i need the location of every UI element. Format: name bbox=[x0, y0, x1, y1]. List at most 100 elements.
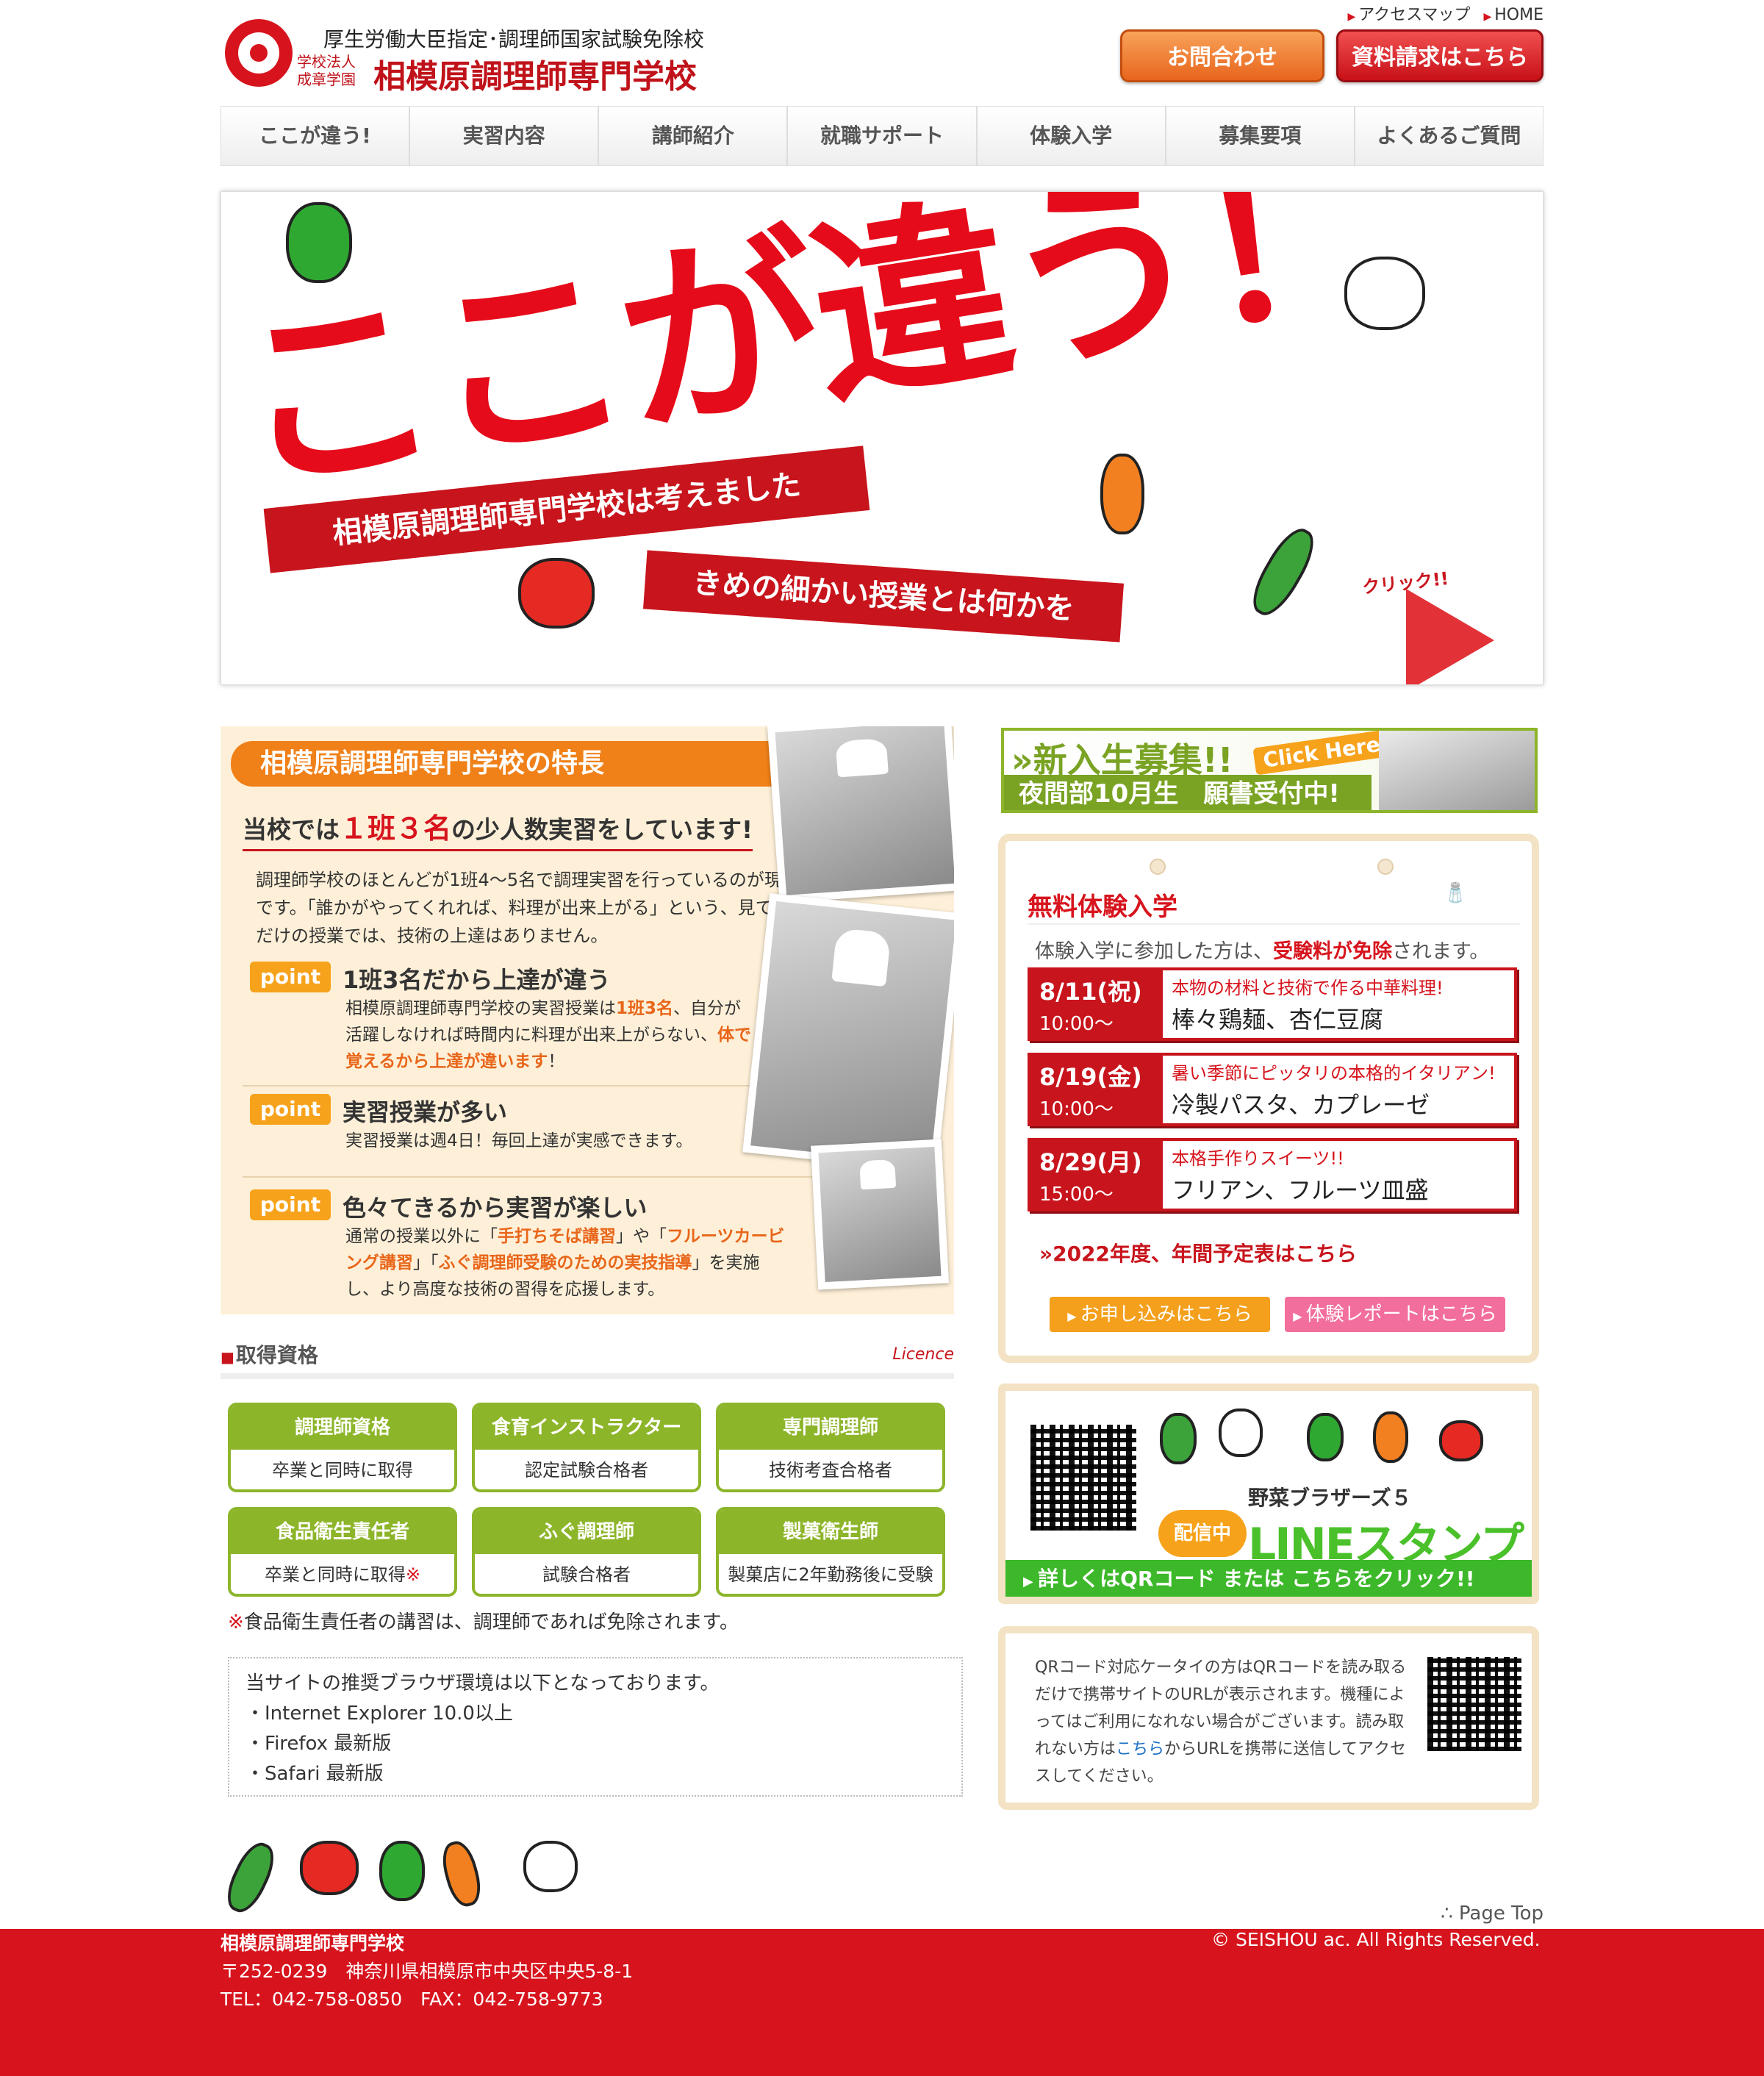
trial-class-panel: 無料体験入学 🧂 体験入学に参加した方は、受験料が免除されます。 8/11(祝)… bbox=[998, 834, 1539, 1363]
event-time: 10:00〜 bbox=[1039, 1098, 1114, 1120]
features-catchphrase: 当校では１班３名の少人数実習をしています! bbox=[243, 806, 753, 851]
licence-card: 専門調理師 技術考査合格者 bbox=[716, 1403, 945, 1492]
browser-item: ・Safari 最新版 bbox=[245, 1763, 384, 1785]
event-menu: 冷製パスタ、カプレーゼ bbox=[1172, 1091, 1430, 1119]
salt-pepper-icon: 🧂 bbox=[1444, 882, 1468, 904]
enrollment-bar: 夜間部10月生 願書受付中! bbox=[1004, 775, 1372, 810]
cabbage-character-icon bbox=[1219, 1409, 1263, 1457]
event-time: 15:00〜 bbox=[1039, 1184, 1114, 1206]
qr-code-icon bbox=[1424, 1654, 1524, 1754]
licence-card: 食品衛生責任者 卒業と同時に取得※ bbox=[228, 1507, 457, 1597]
logo-corp-line2: 成章学園 bbox=[297, 71, 356, 88]
point-body: 通常の授業以外に「手打ちそば講習」や「フルーツカービング講習」「ふぐ調理師受験の… bbox=[345, 1227, 785, 1299]
request-materials-button[interactable]: 資料請求はこちら bbox=[1336, 29, 1544, 82]
apply-button[interactable]: お申し込みはこちら bbox=[1050, 1297, 1270, 1332]
footer-school-name: 相模原調理師専門学校 bbox=[220, 1933, 405, 1954]
browser-lead: 当サイトの推奨ブラウザ環境は以下となっております。 bbox=[245, 1672, 720, 1694]
hero-banner[interactable]: ここが違う！ 相模原調理師専門学校は考えました きめの細かい授業とは何かを クリ… bbox=[220, 191, 1544, 685]
catch-post: の少人数実習をしています! bbox=[451, 815, 753, 844]
cucumber-character-icon bbox=[220, 1836, 282, 1919]
browser-recommendation: 当サイトの推奨ブラウザ環境は以下となっております。 ・Internet Expl… bbox=[228, 1657, 963, 1797]
line-badge: 配信中 bbox=[1158, 1510, 1247, 1557]
trial-event[interactable]: 8/11(祝) 10:00〜 本物の材料と技術で作る中華料理! 棒々鶏麺、杏仁豆腐 bbox=[1028, 967, 1517, 1041]
catch-red: １班３名 bbox=[340, 812, 452, 845]
qr-code-icon bbox=[1028, 1422, 1139, 1533]
point-title: 実習授業が多い bbox=[343, 1098, 508, 1126]
browser-item: ・Internet Explorer 10.0以上 bbox=[245, 1703, 513, 1725]
browser-item: ・Firefox 最新版 bbox=[245, 1733, 392, 1755]
divider bbox=[243, 1176, 816, 1178]
enrollment-banner[interactable]: »新入生募集!! 夜間部10月生 願書受付中! Click Here! bbox=[1001, 728, 1538, 813]
carrot-character-icon bbox=[1373, 1411, 1408, 1463]
event-subtitle: 本物の材料と技術で作る中華料理! bbox=[1172, 978, 1444, 998]
event-menu: 棒々鶏麺、杏仁豆腐 bbox=[1172, 1006, 1384, 1034]
event-date: 8/19(金) bbox=[1039, 1063, 1142, 1091]
carrot-character-icon bbox=[437, 1837, 486, 1911]
nav-item-career[interactable]: 就職サポート bbox=[788, 107, 978, 165]
point-body: 実習授業は週4日！毎回上達が実感できます。 bbox=[345, 1131, 693, 1150]
line-details-bar[interactable]: 詳しくはQRコード または こちらをクリック!! bbox=[1005, 1560, 1532, 1597]
nav-item-practice[interactable]: 実習内容 bbox=[410, 107, 600, 165]
pin-icon bbox=[1377, 859, 1394, 875]
page-top-link[interactable]: ∴ Page Top bbox=[1441, 1903, 1544, 1925]
point-badge: point bbox=[250, 1094, 331, 1125]
tomato-character-icon bbox=[518, 558, 595, 629]
trial-report-button[interactable]: 体験レポートはこちら bbox=[1285, 1297, 1505, 1332]
event-time: 10:00〜 bbox=[1039, 1013, 1114, 1035]
line-stamp-banner[interactable]: 配信中 野菜ブラザーズ５ LINEスタンプ 詳しくはQRコード または こちらを… bbox=[998, 1384, 1539, 1604]
event-menu: フリアン、フルーツ皿盛 bbox=[1172, 1176, 1429, 1204]
divider bbox=[1028, 923, 1520, 925]
footer-tel-fax: TEL：042-758-0850 FAX：042-758-9773 bbox=[220, 1989, 603, 2010]
contact-button[interactable]: お問合わせ bbox=[1120, 29, 1324, 82]
licence-title: 取得資格 bbox=[220, 1339, 318, 1369]
tomato-character-icon bbox=[1439, 1420, 1483, 1461]
licence-title-en: Licence bbox=[892, 1345, 954, 1364]
pepper-character-icon bbox=[379, 1841, 425, 1901]
carrot-character-icon bbox=[1100, 454, 1144, 534]
annual-schedule-link[interactable]: »2022年度、年間予定表はこちら bbox=[1039, 1238, 1357, 1267]
licence-note: ※食品衛生責任者の講習は、調理師であれば免除されます。 bbox=[228, 1611, 739, 1633]
enrollment-click-label: Click Here! bbox=[1252, 731, 1400, 776]
nav-item-faq[interactable]: よくあるご質問 bbox=[1355, 107, 1543, 165]
line-title: 野菜ブラザーズ５ bbox=[1248, 1486, 1412, 1510]
event-subtitle: 暑い季節にピッタリの本格的イタリアン! bbox=[1172, 1063, 1496, 1084]
nav-item-difference[interactable]: ここが違う! bbox=[221, 107, 411, 165]
trial-title: 無料体験入学 bbox=[1028, 892, 1177, 922]
access-map-link[interactable]: アクセスマップ bbox=[1347, 6, 1470, 24]
qr-text: QRコード対応ケータイの方はQRコードを読み取るだけで携帯サイトのURLが表示さ… bbox=[1035, 1658, 1407, 1786]
cucumber-character-icon bbox=[1160, 1413, 1197, 1464]
footer-address: 〒252-0239 神奈川県相模原市中央区中央5-8-1 bbox=[220, 1961, 634, 1982]
event-date: 8/11(祝) bbox=[1039, 978, 1142, 1006]
trial-event[interactable]: 8/29(月) 15:00〜 本格手作りスイーツ!! フリアン、フルーツ皿盛 bbox=[1028, 1138, 1517, 1211]
chef-photo bbox=[810, 1139, 950, 1290]
nav-item-trial[interactable]: 体験入学 bbox=[978, 107, 1166, 165]
event-date: 8/29(月) bbox=[1039, 1148, 1142, 1176]
arrow-right-icon[interactable] bbox=[1406, 589, 1494, 684]
event-subtitle: 本格手作りスイーツ!! bbox=[1172, 1148, 1344, 1169]
pin-icon bbox=[1150, 859, 1166, 875]
site-logo[interactable]: 厚生労働大臣指定･調理師国家試験免除校 学校法人 成章学園 相模原調理師専門学校 bbox=[220, 15, 735, 96]
features-intro: 調理師学校のほとんどが1班4〜5名で調理実習を行っているのが現状です。「誰かがや… bbox=[256, 870, 808, 946]
catch-pre: 当校では bbox=[243, 815, 340, 844]
licence-card: ふぐ調理師 試験合格者 bbox=[472, 1507, 701, 1597]
point-title: 色々てきるから実習が楽しい bbox=[343, 1194, 648, 1222]
qr-send-link[interactable]: こちら bbox=[1116, 1740, 1164, 1758]
cucumber-character-icon bbox=[1243, 521, 1324, 623]
home-link[interactable]: HOME bbox=[1483, 6, 1544, 24]
tomato-character-icon bbox=[300, 1841, 359, 1895]
global-nav: ここが違う! 実習内容 講師紹介 就職サポート 体験入学 募集要項 よくあるご質… bbox=[220, 106, 1544, 166]
chef-photo bbox=[767, 726, 954, 903]
point-title: 1班3名だから上達が違う bbox=[343, 966, 611, 994]
point-body: 相模原調理師専門学校の実習授業は1班3名、自分が活躍しなければ時間内に料理が出来… bbox=[345, 999, 751, 1071]
licence-card: 調理師資格 卒業と同時に取得 bbox=[228, 1403, 457, 1492]
hero-band-2: きめの細かい授業とは何かを bbox=[643, 550, 1124, 643]
pepper-character-icon bbox=[1307, 1413, 1344, 1461]
nav-item-teachers[interactable]: 講師紹介 bbox=[599, 107, 789, 165]
licence-card: 製菓衛生師 製菓店に2年勤務後に受験 bbox=[716, 1507, 945, 1597]
point-badge: point bbox=[250, 962, 331, 992]
features-panel: 相模原調理師専門学校の特長 当校では１班３名の少人数実習をしています! 調理師学… bbox=[220, 726, 954, 1314]
point-badge: point bbox=[250, 1189, 331, 1220]
nav-item-admission[interactable]: 募集要項 bbox=[1166, 107, 1355, 165]
trial-event[interactable]: 8/19(金) 10:00〜 暑い季節にピッタリの本格的イタリアン! 冷製パスタ、… bbox=[1028, 1053, 1517, 1126]
divider bbox=[243, 1085, 757, 1087]
